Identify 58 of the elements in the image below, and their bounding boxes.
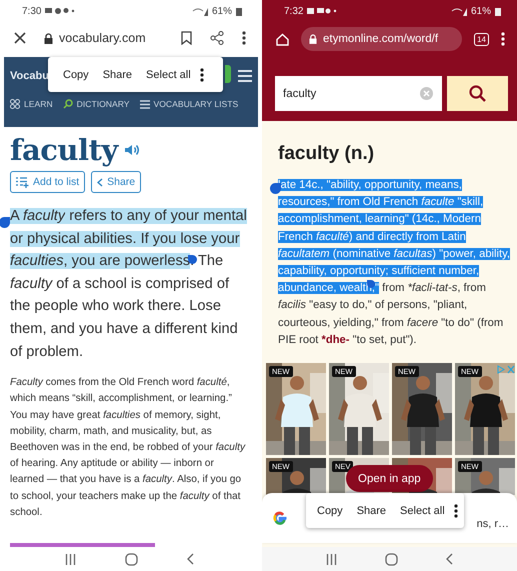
- battery-icon: [236, 6, 242, 16]
- notification-icons: [45, 7, 76, 15]
- add-list-icon: [16, 176, 29, 188]
- menu-item[interactable]: Copy: [58, 68, 94, 80]
- status-time: 7:30: [22, 6, 42, 16]
- home-icon[interactable]: [385, 552, 398, 566]
- back-icon[interactable]: [446, 553, 453, 565]
- word-title: faculty: [10, 133, 118, 167]
- tab-count[interactable]: 14: [474, 32, 489, 46]
- menu-item[interactable]: Select all: [395, 504, 450, 517]
- recent-apps-icon[interactable]: [326, 554, 337, 564]
- menu-icon[interactable]: [238, 70, 252, 82]
- battery-level: 61%: [212, 6, 232, 16]
- lock-icon: [44, 32, 53, 44]
- search-button[interactable]: [447, 76, 508, 111]
- more-icon[interactable]: [501, 32, 505, 46]
- search-icon: [469, 85, 486, 102]
- url-text[interactable]: vocabulary.com: [59, 31, 146, 45]
- notification-icons: [307, 7, 338, 15]
- back-icon[interactable]: [186, 553, 194, 565]
- more-icon[interactable]: [454, 504, 458, 518]
- status-time: 7:32: [284, 6, 304, 16]
- battery-level: 61%: [470, 6, 491, 16]
- entry-title: faculty (n.): [278, 143, 376, 165]
- share-icon: [97, 178, 104, 186]
- action-button[interactable]: Share: [91, 171, 142, 193]
- action-button[interactable]: Add to list: [10, 171, 86, 193]
- speaker-icon[interactable]: [124, 143, 140, 157]
- nav-link[interactable]: LEARN: [10, 99, 53, 109]
- signal-icon: [192, 6, 208, 16]
- list-icon: [140, 100, 150, 108]
- battery-icon: [495, 6, 501, 16]
- selection-handle[interactable]: [188, 255, 197, 264]
- nav-link[interactable]: DICTIONARY: [62, 99, 130, 109]
- site-logo[interactable]: Vocabu: [10, 70, 49, 82]
- lock-icon: [309, 34, 317, 44]
- more-icon[interactable]: [200, 68, 204, 82]
- selection-handle[interactable]: [0, 217, 10, 228]
- home-icon[interactable]: [124, 552, 138, 566]
- search-field[interactable]: faculty: [275, 76, 442, 111]
- grid-icon: [10, 99, 20, 109]
- short-definition: A faculty refers to any of your mental or physical abilities. If you lose your faculties, you are powerless. The faculty of a school is comprised of the people who work there. Lose them, and you have a different kind of problem.: [10, 207, 248, 362]
- share-icon[interactable]: [210, 31, 224, 45]
- signal-icon: [450, 6, 467, 16]
- nav-link[interactable]: VOCABULARY LISTS: [140, 99, 238, 109]
- address-bar[interactable]: etymonline.com/word/f: [301, 27, 462, 51]
- more-icon[interactable]: [242, 31, 246, 45]
- search-suggestion[interactable]: ns, r…: [476, 518, 509, 530]
- menu-item[interactable]: Share: [352, 504, 392, 517]
- google-logo-icon: [272, 510, 288, 526]
- search-icon: [62, 99, 73, 109]
- recent-apps-icon[interactable]: [64, 554, 76, 564]
- menu-item[interactable]: Select all: [141, 68, 196, 80]
- close-icon[interactable]: [14, 32, 26, 44]
- menu-item[interactable]: Copy: [312, 504, 348, 517]
- menu-item[interactable]: Share: [98, 68, 138, 80]
- bookmark-icon[interactable]: [181, 31, 192, 45]
- long-definition: Faculty comes from the Old French word faculté, which means “skill, accomplishment, or learning.” You may have great faculties of memory, sight, mobility, charm, math, and musicality, but, as Beethoven was in the end, be robbed of your faculty of hearing. Any aptitude or ability — inborn or learned — that you have is a faculty. Also, if you go to school, your teachers make up the faculty of that school.: [10, 376, 246, 520]
